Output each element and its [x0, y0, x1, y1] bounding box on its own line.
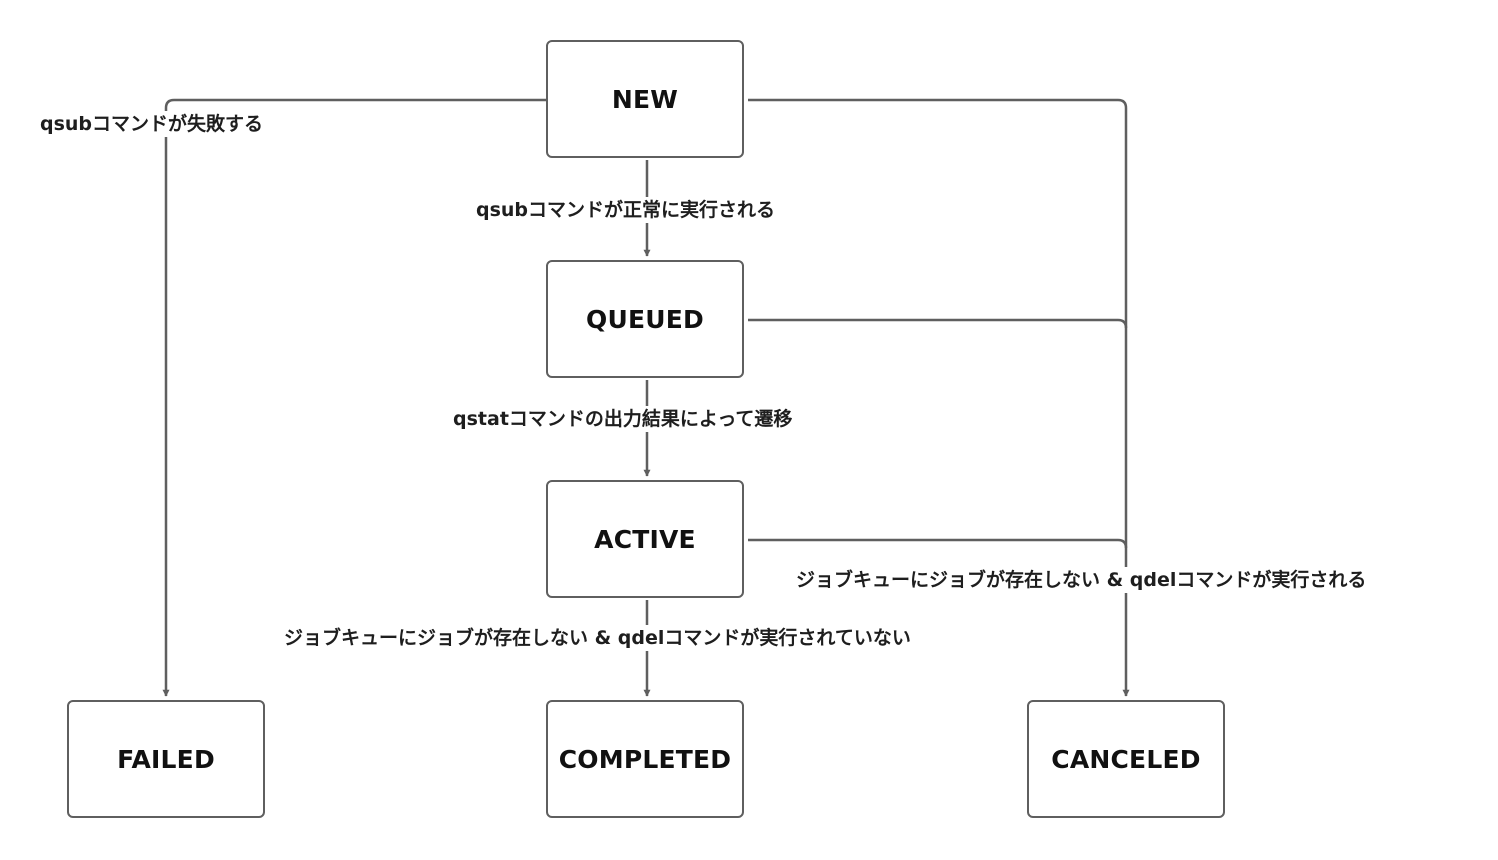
state-queued: QUEUED — [546, 260, 744, 378]
edge-new-to-canceled — [748, 98, 1130, 697]
state-failed: FAILED — [67, 700, 265, 818]
label-active-to-completed: ジョブキューにジョブが存在しない & qdelコマンドが実行されていない — [282, 625, 913, 651]
edge-new-to-failed — [162, 98, 546, 697]
state-active: ACTIVE — [546, 480, 744, 598]
state-canceled-label: CANCELED — [1051, 744, 1201, 774]
label-new-to-failed: qsubコマンドが失敗する — [38, 111, 266, 137]
state-new-label: NEW — [611, 84, 679, 114]
label-new-to-queued: qsubコマンドが正常に実行される — [474, 197, 778, 223]
state-completed-label: COMPLETED — [558, 744, 732, 774]
edge-active-to-canceled — [748, 538, 1128, 549]
state-failed-label: FAILED — [117, 744, 215, 774]
state-queued-label: QUEUED — [586, 304, 704, 334]
label-to-canceled: ジョブキューにジョブが存在しない & qdelコマンドが実行される — [794, 567, 1369, 593]
state-new: NEW — [546, 40, 744, 158]
state-active-label: ACTIVE — [594, 524, 696, 554]
edge-queued-to-canceled — [748, 318, 1128, 329]
state-completed: COMPLETED — [546, 700, 744, 818]
state-canceled: CANCELED — [1027, 700, 1225, 818]
label-queued-to-active: qstatコマンドの出力結果によって遷移 — [451, 406, 795, 432]
